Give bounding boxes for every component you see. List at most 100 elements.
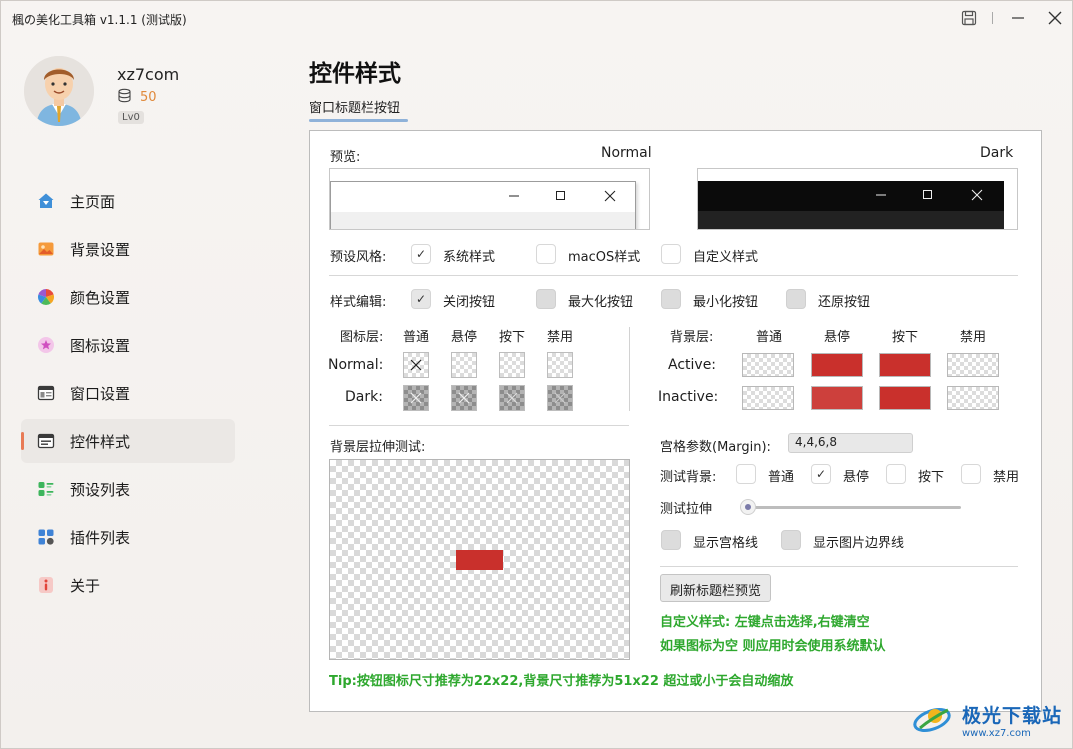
icon-row-dark: Dark: xyxy=(345,389,383,405)
page-title: 控件样式 xyxy=(309,61,401,87)
close-button[interactable] xyxy=(1043,7,1067,29)
save-icon[interactable] xyxy=(957,7,981,29)
edit-maximize-label: 最大化按钮 xyxy=(568,295,634,310)
sidebar-item-controls[interactable]: 控件样式 xyxy=(21,419,235,463)
window-title: 楓の美化工具箱 v1.1.1 (测试版) xyxy=(12,13,187,27)
test-bg-hover-checkbox[interactable]: ✓ xyxy=(811,464,831,484)
icon-dark-hover-cell[interactable] xyxy=(451,385,477,411)
close-icon xyxy=(971,189,983,205)
preset-macos-checkbox[interactable] xyxy=(536,244,556,264)
icon-dark-disabled-cell[interactable] xyxy=(547,385,573,411)
test-bg-disabled-checkbox[interactable] xyxy=(961,464,981,484)
home-icon xyxy=(37,192,55,210)
coin-balance: 50 xyxy=(117,88,157,107)
sidebar-item-label: 图标设置 xyxy=(70,336,131,355)
sidebar-item-background[interactable]: 背景设置 xyxy=(21,227,235,271)
icon-normal-disabled-cell[interactable] xyxy=(547,352,573,378)
margin-label: 宫格参数(Margin): xyxy=(660,440,771,455)
test-bg-disabled-label: 禁用 xyxy=(993,470,1020,485)
watermark-logo-icon xyxy=(910,700,956,740)
show-border-checkbox[interactable] xyxy=(781,530,801,550)
refresh-preview-button[interactable]: 刷新标题栏预览 xyxy=(660,574,772,602)
list-icon xyxy=(37,480,55,498)
preset-system-label: 系统样式 xyxy=(443,250,496,265)
bg-inactive-normal-cell[interactable] xyxy=(742,386,794,410)
hint-custom-style: 自定义样式: 左键点击选择,右键清空 xyxy=(660,615,870,630)
edit-minimize-checkbox[interactable] xyxy=(661,289,681,309)
margin-input[interactable]: 4,4,6,8 xyxy=(788,433,913,453)
icon-col-normal: 普通 xyxy=(403,330,430,345)
test-stretch-label: 测试拉伸 xyxy=(660,502,713,517)
show-grid-checkbox[interactable] xyxy=(661,530,681,550)
edit-label: 样式编辑: xyxy=(330,295,387,310)
test-stretch-slider[interactable] xyxy=(740,499,961,515)
preview-dark-window xyxy=(698,181,1004,229)
test-bg-hover-label: 悬停 xyxy=(843,470,870,485)
icon-col-pressed: 按下 xyxy=(499,330,526,345)
bg-inactive-disabled-cell[interactable] xyxy=(947,386,999,410)
minimize-icon xyxy=(875,189,887,205)
test-bg-pressed-checkbox[interactable] xyxy=(886,464,906,484)
sidebar-nav: 主页面 背景设置 颜色设置 图标设置 窗口设置 控件样式 预设列表 插件列表 关… xyxy=(21,179,235,611)
preset-custom-label: 自定义样式 xyxy=(693,250,759,265)
vertical-divider xyxy=(629,327,630,411)
minimize-button[interactable] xyxy=(1006,7,1030,29)
preview-dark-label: Dark xyxy=(980,145,1014,161)
bg-inactive-hover-cell[interactable] xyxy=(811,386,863,410)
icon-normal-hover-cell[interactable] xyxy=(451,352,477,378)
preview-normal xyxy=(329,168,650,230)
info-icon xyxy=(37,576,55,594)
bg-active-hover-cell[interactable] xyxy=(811,353,863,377)
sidebar-item-color[interactable]: 颜色设置 xyxy=(21,275,235,319)
preview-dark xyxy=(697,168,1018,230)
sidebar-item-label: 窗口设置 xyxy=(70,384,131,403)
title-bar: 楓の美化工具箱 v1.1.1 (测试版) xyxy=(1,1,1072,35)
sidebar-item-about[interactable]: 关于 xyxy=(21,563,235,607)
preview-normal-label: Normal xyxy=(601,145,652,161)
icon-dark-pressed-cell[interactable] xyxy=(499,385,525,411)
username: xz7com xyxy=(117,65,180,84)
coins-icon xyxy=(117,88,132,107)
preview-normal-window xyxy=(330,181,636,229)
bg-inactive-pressed-cell[interactable] xyxy=(879,386,931,410)
sidebar-item-home[interactable]: 主页面 xyxy=(21,179,235,223)
bg-active-pressed-cell[interactable] xyxy=(879,353,931,377)
settings-panel: 预览: Normal Dark 预设风格: ✓ 系统样式 macOS样式 自定义… xyxy=(309,130,1042,712)
tab-titlebar-buttons[interactable]: 窗口标题栏按钮 xyxy=(309,97,400,116)
edit-restore-checkbox[interactable] xyxy=(786,289,806,309)
icon-normal-normal-cell[interactable] xyxy=(403,352,429,378)
sidebar-item-presets[interactable]: 预设列表 xyxy=(21,467,235,511)
star-icon xyxy=(37,336,55,354)
icon-row-normal: Normal: xyxy=(328,357,384,373)
tip-text: Tip:按钮图标尺寸推荐为22x22,背景尺寸推荐为51x22 超过或小于会自动… xyxy=(329,674,794,689)
edit-maximize-checkbox[interactable] xyxy=(536,289,556,309)
slider-thumb[interactable] xyxy=(740,499,756,515)
preset-custom-checkbox[interactable] xyxy=(661,244,681,264)
avatar[interactable] xyxy=(24,56,94,126)
icon-normal-pressed-cell[interactable] xyxy=(499,352,525,378)
stretch-test-canvas xyxy=(329,459,630,660)
title-separator xyxy=(992,12,993,24)
bg-active-disabled-cell[interactable] xyxy=(947,353,999,377)
bg-row-inactive: Inactive: xyxy=(658,389,719,405)
preview-label: 预览: xyxy=(330,150,361,165)
icon-dark-normal-cell[interactable] xyxy=(403,385,429,411)
sidebar-item-label: 主页面 xyxy=(70,192,116,211)
sidebar-item-window[interactable]: 窗口设置 xyxy=(21,371,235,415)
icon-col-hover: 悬停 xyxy=(451,330,478,345)
icon-layer-label: 图标层: xyxy=(340,330,384,345)
sidebar-item-label: 预设列表 xyxy=(70,480,131,499)
bg-col-disabled: 禁用 xyxy=(960,330,987,345)
sidebar-item-icons[interactable]: 图标设置 xyxy=(21,323,235,367)
test-bg-normal-checkbox[interactable] xyxy=(736,464,756,484)
edit-close-checkbox[interactable]: ✓ xyxy=(411,289,431,309)
plugin-icon xyxy=(37,528,55,546)
bg-col-pressed: 按下 xyxy=(892,330,919,345)
bg-active-normal-cell[interactable] xyxy=(742,353,794,377)
sidebar-item-label: 背景设置 xyxy=(70,240,131,259)
control-icon xyxy=(37,432,55,450)
app-window: 楓の美化工具箱 v1.1.1 (测试版) xz7com 50 Lv0 主页面 背… xyxy=(0,0,1073,749)
coin-value: 50 xyxy=(140,90,157,105)
sidebar-item-plugins[interactable]: 插件列表 xyxy=(21,515,235,559)
preset-system-checkbox[interactable]: ✓ xyxy=(411,244,431,264)
